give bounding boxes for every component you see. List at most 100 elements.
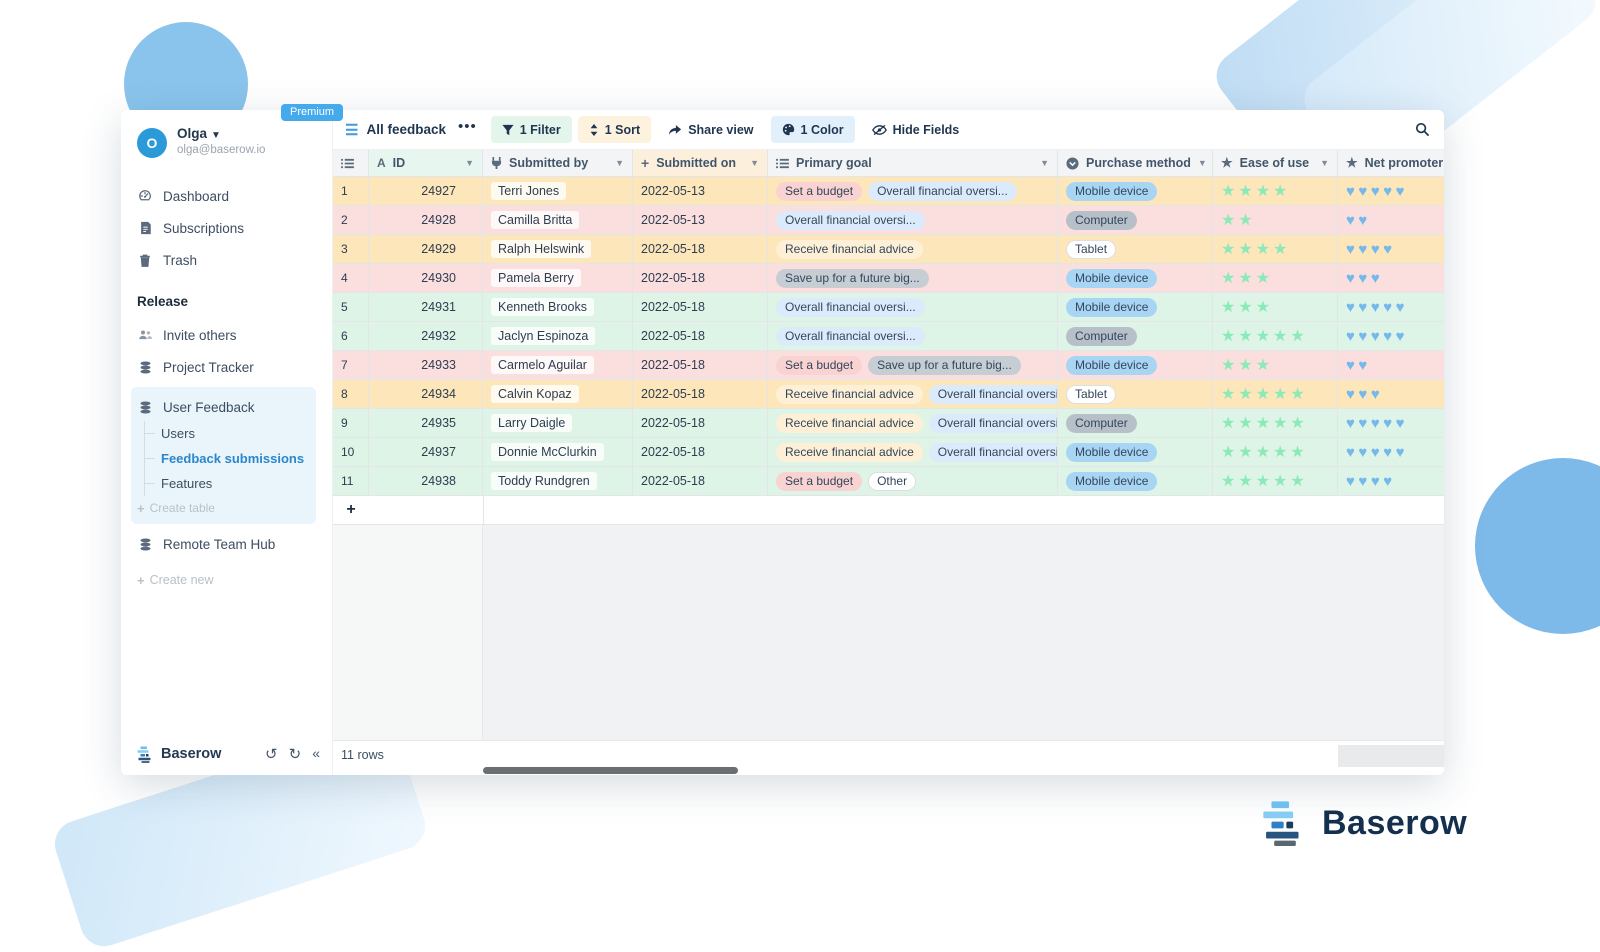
view-more-button[interactable]: ••• (458, 118, 477, 135)
submitted-on-cell[interactable]: 2022-05-18 (633, 293, 768, 322)
submitted-by-cell[interactable]: Camilla Britta (483, 206, 633, 235)
purchase-method-cell[interactable]: Computer (1058, 322, 1213, 351)
row-number-cell[interactable]: 2 (333, 206, 369, 235)
undo-button[interactable]: ↺ (265, 745, 278, 763)
submitted-by-cell[interactable]: Ralph Helswink (483, 235, 633, 264)
submitted-on-cell[interactable]: 2022-05-18 (633, 467, 768, 496)
submitted-on-cell[interactable]: 2022-05-18 (633, 322, 768, 351)
aggregation-cell[interactable] (1338, 745, 1444, 767)
column-header-submitted-by[interactable]: Submitted by ▼ (483, 150, 633, 177)
row-number-cell[interactable]: 4 (333, 264, 369, 293)
star-rating[interactable]: ★★★ (1221, 297, 1273, 317)
column-header-ease-of-use[interactable]: ★ Ease of use ▼ (1213, 150, 1338, 177)
star-rating[interactable]: ★★★★ (1221, 239, 1290, 259)
row-number-cell[interactable]: 1 (333, 177, 369, 206)
submitted-on-cell[interactable]: 2022-05-18 (633, 235, 768, 264)
ease-of-use-cell[interactable]: ★★★★★ (1213, 322, 1338, 351)
heart-rating[interactable]: ♥♥♥♥♥ (1346, 183, 1408, 200)
ease-of-use-cell[interactable]: ★★★★★ (1213, 409, 1338, 438)
star-rating[interactable]: ★★ (1221, 210, 1256, 230)
row-number-cell[interactable]: 6 (333, 322, 369, 351)
purchase-method-cell[interactable]: Tablet (1058, 380, 1213, 409)
id-cell[interactable]: 24935 (369, 409, 483, 438)
chevron-down-icon[interactable]: ▼ (1320, 158, 1329, 168)
net-promoter-score-cell[interactable]: ♥♥♥♥♥ (1338, 322, 1444, 351)
net-promoter-score-cell[interactable]: ♥♥ (1338, 351, 1444, 380)
ease-of-use-cell[interactable]: ★★ (1213, 206, 1338, 235)
column-header-submitted-on[interactable]: + Submitted on ▼ (633, 150, 768, 177)
heart-rating[interactable]: ♥♥♥♥ (1346, 241, 1396, 258)
add-row-button[interactable]: + (333, 501, 369, 519)
purchase-method-cell[interactable]: Mobile device (1058, 177, 1213, 206)
purchase-method-cell[interactable]: Mobile device (1058, 293, 1213, 322)
chevron-down-icon[interactable]: ▼ (615, 158, 624, 168)
create-new-button[interactable]: + Create new (137, 568, 332, 592)
submitted-by-cell[interactable]: Kenneth Brooks (483, 293, 633, 322)
submitted-on-cell[interactable]: 2022-05-18 (633, 438, 768, 467)
ease-of-use-cell[interactable]: ★★★★★ (1213, 438, 1338, 467)
primary-goal-cell[interactable]: Save up for a future big... (768, 264, 1058, 293)
id-cell[interactable]: 24938 (369, 467, 483, 496)
purchase-method-cell[interactable]: Mobile device (1058, 467, 1213, 496)
heart-rating[interactable]: ♥♥♥♥♥ (1346, 415, 1408, 432)
submitted-by-cell[interactable]: Calvin Kopaz (483, 380, 633, 409)
id-cell[interactable]: 24930 (369, 264, 483, 293)
purchase-method-cell[interactable]: Tablet (1058, 235, 1213, 264)
row-number-cell[interactable]: 7 (333, 351, 369, 380)
primary-goal-cell[interactable]: Receive financial advice (768, 235, 1058, 264)
chevron-down-icon[interactable]: ▼ (465, 158, 474, 168)
submitted-on-cell[interactable]: 2022-05-18 (633, 264, 768, 293)
net-promoter-score-cell[interactable]: ♥♥ (1338, 206, 1444, 235)
heart-rating[interactable]: ♥♥♥♥ (1346, 473, 1396, 490)
sidebar-table-feedback-submissions[interactable]: Feedback submissions (145, 446, 316, 471)
ease-of-use-cell[interactable]: ★★★★★ (1213, 467, 1338, 496)
primary-goal-cell[interactable]: Overall financial oversi... (768, 322, 1058, 351)
column-header-purchase-method[interactable]: Purchase method ▼ (1058, 150, 1213, 177)
primary-goal-cell[interactable]: Set a budget Other (768, 467, 1058, 496)
submitted-by-cell[interactable]: Donnie McClurkin (483, 438, 633, 467)
sidebar-table-features[interactable]: Features (145, 471, 316, 496)
submitted-on-cell[interactable]: 2022-05-18 (633, 351, 768, 380)
id-cell[interactable]: 24929 (369, 235, 483, 264)
star-rating[interactable]: ★★★★★ (1221, 384, 1308, 404)
redo-button[interactable]: ↻ (289, 745, 302, 763)
net-promoter-score-cell[interactable]: ♥♥♥♥ (1338, 467, 1444, 496)
create-table-button[interactable]: + Create table (137, 496, 316, 520)
row-number-cell[interactable]: 11 (333, 467, 369, 496)
row-select-header[interactable] (333, 150, 369, 177)
id-cell[interactable]: 24931 (369, 293, 483, 322)
star-rating[interactable]: ★★★ (1221, 355, 1273, 375)
heart-rating[interactable]: ♥♥♥♥♥ (1346, 299, 1408, 316)
primary-goal-cell[interactable]: Set a budget Save up for a future big... (768, 351, 1058, 380)
submitted-on-cell[interactable]: 2022-05-13 (633, 206, 768, 235)
id-cell[interactable]: 24933 (369, 351, 483, 380)
net-promoter-score-cell[interactable]: ♥♥♥ (1338, 264, 1444, 293)
primary-goal-cell[interactable]: Overall financial oversi... (768, 293, 1058, 322)
heart-rating[interactable]: ♥♥♥♥♥ (1346, 328, 1408, 345)
row-number-cell[interactable]: 3 (333, 235, 369, 264)
primary-goal-cell[interactable]: Receive financial advice Overall financia… (768, 380, 1058, 409)
ease-of-use-cell[interactable]: ★★★★ (1213, 177, 1338, 206)
row-number-cell[interactable]: 5 (333, 293, 369, 322)
ease-of-use-cell[interactable]: ★★★ (1213, 293, 1338, 322)
submitted-on-cell[interactable]: 2022-05-18 (633, 409, 768, 438)
chevron-down-icon[interactable]: ▼ (1040, 158, 1049, 168)
column-header-id[interactable]: A ID ▼ (369, 150, 483, 177)
sidebar-item-invite-others[interactable]: Invite others (137, 319, 332, 351)
star-rating[interactable]: ★★★★★ (1221, 471, 1308, 491)
row-number-cell[interactable]: 10 (333, 438, 369, 467)
sidebar-item-user-feedback[interactable]: User Feedback (137, 393, 316, 421)
primary-goal-cell[interactable]: Set a budget Overall financial oversi... (768, 177, 1058, 206)
chevron-down-icon[interactable]: ▼ (1198, 158, 1207, 168)
submitted-by-cell[interactable]: Pamela Berry (483, 264, 633, 293)
submitted-on-cell[interactable]: 2022-05-13 (633, 177, 768, 206)
hide-fields-button[interactable]: Hide Fields (861, 116, 971, 143)
sidebar-item-trash[interactable]: Trash (137, 244, 332, 276)
color-button[interactable]: 1 Color (770, 116, 855, 143)
collapse-sidebar-button[interactable]: « (312, 745, 320, 763)
net-promoter-score-cell[interactable]: ♥♥♥♥ (1338, 235, 1444, 264)
purchase-method-cell[interactable]: Mobile device (1058, 438, 1213, 467)
ease-of-use-cell[interactable]: ★★★ (1213, 351, 1338, 380)
ease-of-use-cell[interactable]: ★★★ (1213, 264, 1338, 293)
id-cell[interactable]: 24927 (369, 177, 483, 206)
